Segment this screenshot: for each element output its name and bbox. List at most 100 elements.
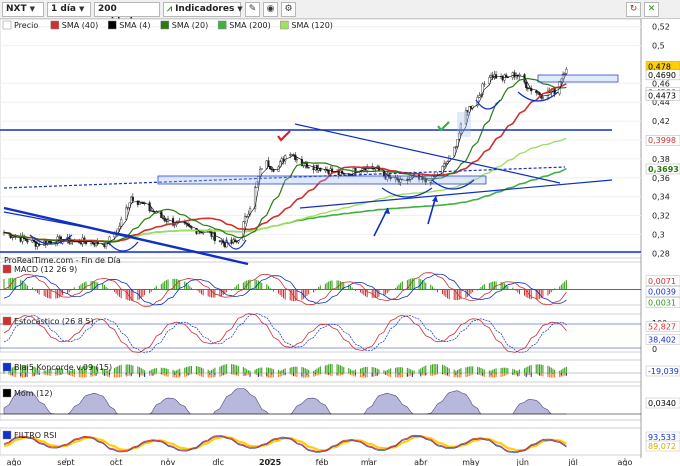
legend-label: SMA (20) [172,21,208,30]
candle-body [267,160,270,168]
month-label: mar [361,458,378,466]
legend-label: SMA (200) [229,21,271,30]
indicator-tag-text: -19,039 [648,367,679,376]
candle-body [535,90,538,93]
legend-item: SMA (4) [107,20,151,30]
candle-body [190,226,193,229]
candle-body [138,203,141,205]
legend-label: SMA (120) [291,21,333,30]
indicator-tag-text: 38,402 [648,335,676,344]
month-label: oct [110,458,122,466]
legend-label: SMA (40) [62,21,98,30]
indicator-title: MACD (12 26 9) [2,264,77,274]
price-tick-label: 0,36 [652,174,670,183]
month-label: nov [161,458,176,466]
indicator-title-label: Mom (12) [14,389,53,398]
indicator-tag-text: 0,0039 [648,288,676,297]
candle-body [26,240,29,243]
candle-body [213,232,216,241]
indicator-title: Estocástico (26 8 5) [2,316,94,326]
candle-body [118,226,121,230]
legend-label: SMA (4) [119,21,150,30]
price-tag-text: 0,4473 [648,91,676,100]
candle-body [258,169,262,177]
indicator-title: Blai5 Koncorde v.09 (15) [2,362,112,372]
indicator-title-label: Estocástico (26 8 5) [14,317,94,326]
month-label: abr [414,458,428,466]
indicator-title: Mom (12) [2,388,53,398]
candle-body [541,97,545,99]
legend-swatch [107,20,117,30]
price-tick-label: 0,46 [652,79,670,88]
month-label: may [462,458,480,466]
candle-body [505,74,508,77]
indicator-swatch [2,362,12,372]
indicator-tag: 89,072 [645,440,680,452]
indicator-swatch [2,316,12,326]
watermark: ProRealTime.com - Fin de Día [4,256,121,265]
price-tick-label: 0,38 [652,155,670,164]
price-tag: 0,4690 [645,69,680,81]
price-tick-label: 0,28 [652,249,670,258]
indicator-tag-text: 0,0071 [648,277,676,286]
chart-area: 0,520,50,460,440,420,40,380,360,340,320,… [0,18,680,466]
zone-rect [157,175,487,185]
legend-swatch [217,20,227,30]
price-tick-label: 0,34 [652,193,670,202]
month-label: 2025 [259,458,282,466]
indicator-tag: 0,0071 [645,275,680,286]
legend-swatch [280,20,289,30]
indicator-tag: 0,0031 [645,297,680,308]
month-label: feb [316,458,329,466]
candle-body [163,218,166,221]
candle-body [565,68,568,74]
indicator-tag-text: 52,827 [648,323,676,332]
month-label: ago [7,458,22,466]
price-tick-label: 0,5 [652,42,665,51]
month-label: jul [567,458,578,466]
indicator-tag: 93,533 [645,431,680,443]
legend-label: Precio [14,21,38,30]
month-label: ago [617,458,632,466]
price-tick-label: 0,3 [652,230,665,239]
indicator-tag-text: 89,072 [648,442,676,451]
price-tick-label: 0,32 [652,212,670,221]
indicator-tag: 0,0039 [645,286,680,297]
candle-body [295,159,298,161]
candle-body [272,169,275,172]
price-tag: 0,3998 [645,134,680,146]
legend-swatch [160,20,170,30]
candle-body [307,167,310,169]
stoch-axis-label: 0 [652,345,657,354]
candle-body [525,82,528,88]
legend-item: Precio [2,20,38,30]
indicator-tag: -19,039 [645,365,680,377]
price-tag: 0,4473 [645,90,680,101]
candle-body [483,83,486,85]
indicator-title-label: FILTRO RSI [14,431,57,440]
legend-swatch [2,20,12,30]
indicator-tag: 52,827 [645,321,680,332]
indicator-tag: 38,402 [645,334,680,345]
price-tick-label: 0,42 [652,117,670,126]
candle-body [478,95,481,98]
candle-body [148,202,151,212]
month-label: jun [516,458,529,466]
indicator-title: FILTRO RSI [2,430,57,440]
indicator-swatch [2,388,12,398]
candle-body [441,166,444,176]
indicator-tag: 0,0340 [645,397,680,409]
indicator-title-label: Blai5 Koncorde v.09 (15) [14,363,112,372]
month-label: sept [57,458,74,466]
zone-rect [457,112,471,137]
indicator-swatch [2,264,12,274]
price-tag-text: 0,4690 [648,71,676,80]
price-tag: 0,3693 [645,163,680,175]
legend-swatch [50,20,60,30]
month-label: dic [212,458,224,466]
indicator-panel [0,313,642,353]
legend-item: SMA (200) [217,20,271,30]
indicator-tag-text: 93,533 [648,433,676,442]
legend-item: SMA (40) [50,20,98,30]
candle-body [453,146,456,157]
